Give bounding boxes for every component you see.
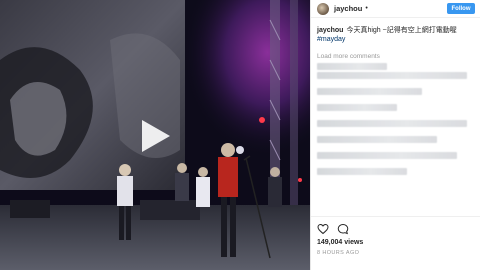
username-link[interactable]: jaychou [334,4,362,13]
blurred-comment [317,72,467,79]
hashtag-link[interactable]: #mayday [317,35,475,44]
heart-icon[interactable] [317,223,329,235]
blurred-comment [317,104,397,111]
blurred-comment [317,136,437,143]
avatar[interactable] [317,2,329,15]
separator-dot: • [365,5,368,12]
post-sidebar: jaychou • Follow jaychou 今天真high ~記得有空上網打… [310,0,480,270]
post-actions: 149,004 views 8 HOURS AGO [311,216,480,270]
view-count[interactable]: 149,004 views [317,239,475,246]
follow-button[interactable]: Follow [447,3,475,14]
play-icon[interactable] [134,116,174,156]
caption-text: 今天真high ~記得有空上網打電動喔 [346,27,457,34]
comment-bubble-icon[interactable] [337,223,349,235]
post-header: jaychou • Follow [311,0,480,18]
video-player[interactable] [0,0,310,270]
post-caption: jaychou 今天真high ~記得有空上網打電動喔 #mayday [317,26,475,44]
blurred-comment [317,168,407,175]
blurred-comment [317,120,467,127]
blurred-comment [317,88,422,95]
blurred-comment [317,152,457,159]
caption-username[interactable]: jaychou [317,27,343,34]
blurred-comments-list [317,63,475,177]
blurred-comment [317,63,387,70]
post-timestamp: 8 HOURS AGO [317,250,360,256]
load-more-comments-link[interactable]: Load more comments [317,53,380,60]
